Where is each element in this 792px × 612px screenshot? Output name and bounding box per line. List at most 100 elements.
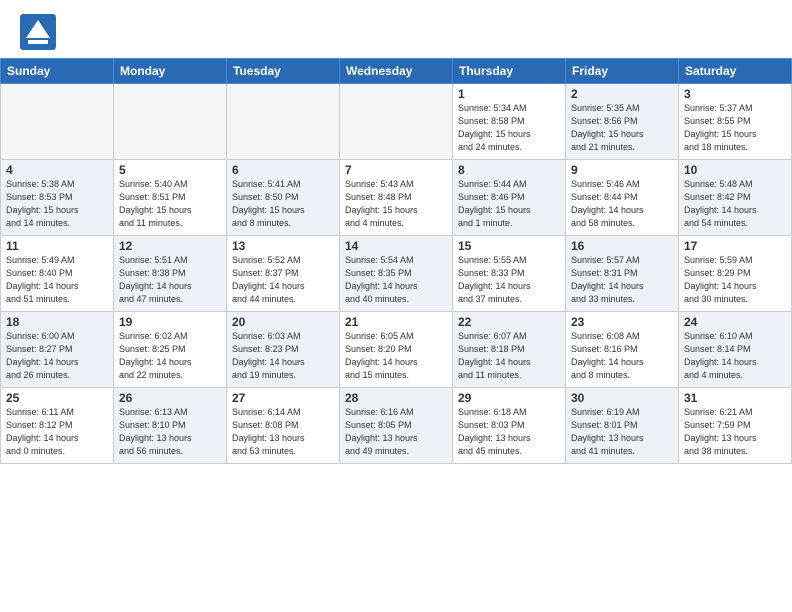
day-info: Sunrise: 5:59 AM Sunset: 8:29 PM Dayligh… [684, 255, 757, 304]
day-info: Sunrise: 5:37 AM Sunset: 8:55 PM Dayligh… [684, 103, 757, 152]
calendar-header-thursday: Thursday [453, 59, 566, 84]
day-number: 22 [458, 315, 560, 329]
day-info: Sunrise: 5:35 AM Sunset: 8:56 PM Dayligh… [571, 103, 644, 152]
calendar-week-3: 18 Sunrise: 6:00 AM Sunset: 8:27 PM Dayli… [1, 312, 792, 388]
day-info: Sunrise: 5:49 AM Sunset: 8:40 PM Dayligh… [6, 255, 79, 304]
day-info: Sunrise: 6:07 AM Sunset: 8:18 PM Dayligh… [458, 331, 531, 380]
day-number: 11 [6, 239, 108, 253]
day-info: Sunrise: 5:51 AM Sunset: 8:38 PM Dayligh… [119, 255, 192, 304]
logo-icon [20, 14, 56, 50]
day-number: 24 [684, 315, 786, 329]
logo [20, 14, 60, 50]
day-number: 5 [119, 163, 221, 177]
day-number: 19 [119, 315, 221, 329]
calendar-header-monday: Monday [114, 59, 227, 84]
header [0, 0, 792, 58]
day-info: Sunrise: 6:16 AM Sunset: 8:05 PM Dayligh… [345, 407, 418, 456]
day-number: 9 [571, 163, 673, 177]
day-number: 10 [684, 163, 786, 177]
calendar-header-friday: Friday [566, 59, 679, 84]
calendar-header-sunday: Sunday [1, 59, 114, 84]
calendar-week-2: 11 Sunrise: 5:49 AM Sunset: 8:40 PM Dayli… [1, 236, 792, 312]
day-info: Sunrise: 5:44 AM Sunset: 8:46 PM Dayligh… [458, 179, 531, 228]
day-number: 8 [458, 163, 560, 177]
calendar-cell: 20 Sunrise: 6:03 AM Sunset: 8:23 PM Dayli… [227, 312, 340, 388]
calendar-cell: 25 Sunrise: 6:11 AM Sunset: 8:12 PM Dayli… [1, 388, 114, 464]
day-info: Sunrise: 6:02 AM Sunset: 8:25 PM Dayligh… [119, 331, 192, 380]
calendar-cell: 5 Sunrise: 5:40 AM Sunset: 8:51 PM Daylig… [114, 160, 227, 236]
day-number: 14 [345, 239, 447, 253]
day-info: Sunrise: 5:38 AM Sunset: 8:53 PM Dayligh… [6, 179, 79, 228]
day-number: 20 [232, 315, 334, 329]
calendar-cell [114, 84, 227, 160]
day-number: 3 [684, 87, 786, 101]
day-number: 27 [232, 391, 334, 405]
calendar-cell: 1 Sunrise: 5:34 AM Sunset: 8:58 PM Daylig… [453, 84, 566, 160]
calendar-cell: 29Sunrise: 6:18 AM Sunset: 8:03 PM Dayli… [453, 388, 566, 464]
day-info: Sunrise: 6:21 AM Sunset: 7:59 PM Dayligh… [684, 407, 757, 456]
calendar-cell: 19 Sunrise: 6:02 AM Sunset: 8:25 PM Dayli… [114, 312, 227, 388]
day-number: 6 [232, 163, 334, 177]
calendar-header-tuesday: Tuesday [227, 59, 340, 84]
calendar-cell: 3 Sunrise: 5:37 AM Sunset: 8:55 PM Daylig… [679, 84, 792, 160]
day-info: Sunrise: 5:57 AM Sunset: 8:31 PM Dayligh… [571, 255, 644, 304]
day-number: 16 [571, 239, 673, 253]
day-number: 28 [345, 391, 447, 405]
day-number: 2 [571, 87, 673, 101]
calendar-week-1: 4Sunrise: 5:38 AM Sunset: 8:53 PM Daylig… [1, 160, 792, 236]
calendar-cell: 24 Sunrise: 6:10 AM Sunset: 8:14 PM Dayli… [679, 312, 792, 388]
day-info: Sunrise: 6:19 AM Sunset: 8:01 PM Dayligh… [571, 407, 644, 456]
calendar-cell: 26Sunrise: 6:13 AM Sunset: 8:10 PM Dayli… [114, 388, 227, 464]
day-info: Sunrise: 6:10 AM Sunset: 8:14 PM Dayligh… [684, 331, 757, 380]
calendar-cell: 4Sunrise: 5:38 AM Sunset: 8:53 PM Daylig… [1, 160, 114, 236]
day-info: Sunrise: 5:40 AM Sunset: 8:51 PM Dayligh… [119, 179, 192, 228]
calendar-cell [340, 84, 453, 160]
calendar-cell: 17 Sunrise: 5:59 AM Sunset: 8:29 PM Dayli… [679, 236, 792, 312]
day-number: 15 [458, 239, 560, 253]
day-number: 26 [119, 391, 221, 405]
day-number: 13 [232, 239, 334, 253]
day-info: Sunrise: 6:18 AM Sunset: 8:03 PM Dayligh… [458, 407, 531, 456]
calendar-header-row: SundayMondayTuesdayWednesdayThursdayFrid… [1, 59, 792, 84]
calendar-cell [1, 84, 114, 160]
calendar-cell: 30Sunrise: 6:19 AM Sunset: 8:01 PM Dayli… [566, 388, 679, 464]
day-info: Sunrise: 6:11 AM Sunset: 8:12 PM Dayligh… [6, 407, 79, 456]
day-info: Sunrise: 5:54 AM Sunset: 8:35 PM Dayligh… [345, 255, 418, 304]
day-number: 21 [345, 315, 447, 329]
calendar-cell: 9 Sunrise: 5:46 AM Sunset: 8:44 PM Daylig… [566, 160, 679, 236]
calendar-cell: 12Sunrise: 5:51 AM Sunset: 8:38 PM Dayli… [114, 236, 227, 312]
day-info: Sunrise: 5:52 AM Sunset: 8:37 PM Dayligh… [232, 255, 305, 304]
day-info: Sunrise: 5:55 AM Sunset: 8:33 PM Dayligh… [458, 255, 531, 304]
calendar-cell: 10 Sunrise: 5:48 AM Sunset: 8:42 PM Dayli… [679, 160, 792, 236]
calendar-header-wednesday: Wednesday [340, 59, 453, 84]
calendar-cell: 2 Sunrise: 5:35 AM Sunset: 8:56 PM Daylig… [566, 84, 679, 160]
day-number: 1 [458, 87, 560, 101]
calendar-cell: 11 Sunrise: 5:49 AM Sunset: 8:40 PM Dayli… [1, 236, 114, 312]
calendar-cell: 16 Sunrise: 5:57 AM Sunset: 8:31 PM Dayli… [566, 236, 679, 312]
calendar-header-saturday: Saturday [679, 59, 792, 84]
day-number: 17 [684, 239, 786, 253]
calendar-cell: 22 Sunrise: 6:07 AM Sunset: 8:18 PM Dayli… [453, 312, 566, 388]
day-number: 7 [345, 163, 447, 177]
day-number: 31 [684, 391, 786, 405]
day-number: 25 [6, 391, 108, 405]
day-info: Sunrise: 6:00 AM Sunset: 8:27 PM Dayligh… [6, 331, 79, 380]
calendar-cell: 27Sunrise: 6:14 AM Sunset: 8:08 PM Dayli… [227, 388, 340, 464]
calendar-cell [227, 84, 340, 160]
calendar-cell: 6Sunrise: 5:41 AM Sunset: 8:50 PM Daylig… [227, 160, 340, 236]
day-info: Sunrise: 6:03 AM Sunset: 8:23 PM Dayligh… [232, 331, 305, 380]
day-info: Sunrise: 5:34 AM Sunset: 8:58 PM Dayligh… [458, 103, 531, 152]
day-info: Sunrise: 5:43 AM Sunset: 8:48 PM Dayligh… [345, 179, 418, 228]
calendar-cell: 13 Sunrise: 5:52 AM Sunset: 8:37 PM Dayli… [227, 236, 340, 312]
day-info: Sunrise: 6:05 AM Sunset: 8:20 PM Dayligh… [345, 331, 418, 380]
day-info: Sunrise: 5:48 AM Sunset: 8:42 PM Dayligh… [684, 179, 757, 228]
day-info: Sunrise: 5:46 AM Sunset: 8:44 PM Dayligh… [571, 179, 644, 228]
day-number: 18 [6, 315, 108, 329]
calendar-cell: 21 Sunrise: 6:05 AM Sunset: 8:20 PM Dayli… [340, 312, 453, 388]
calendar-week-4: 25 Sunrise: 6:11 AM Sunset: 8:12 PM Dayli… [1, 388, 792, 464]
calendar-cell: 14 Sunrise: 5:54 AM Sunset: 8:35 PM Dayli… [340, 236, 453, 312]
calendar: SundayMondayTuesdayWednesdayThursdayFrid… [0, 58, 792, 464]
calendar-week-0: 1 Sunrise: 5:34 AM Sunset: 8:58 PM Daylig… [1, 84, 792, 160]
calendar-cell: 15 Sunrise: 5:55 AM Sunset: 8:33 PM Dayli… [453, 236, 566, 312]
day-number: 23 [571, 315, 673, 329]
